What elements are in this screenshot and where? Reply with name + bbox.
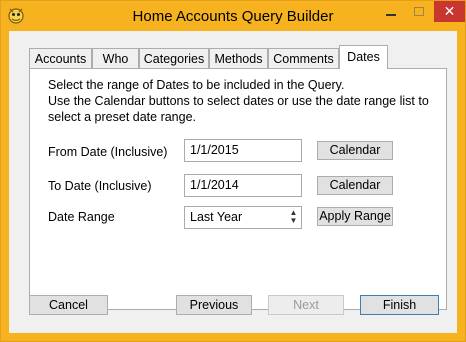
to-calendar-button[interactable]: Calendar	[317, 176, 393, 195]
apply-range-button[interactable]: Apply Range	[317, 207, 393, 226]
maximize-button[interactable]	[405, 1, 433, 22]
app-window: Home Accounts Query Builder ✕ Accounts W…	[0, 0, 466, 342]
from-date-field[interactable]: 1/1/2015	[184, 139, 302, 162]
dialog-body: Accounts Who Categories Methods Comments…	[9, 31, 457, 333]
date-range-value: Last Year	[190, 210, 243, 224]
dates-panel: Select the range of Dates to be included…	[29, 68, 447, 310]
to-date-field[interactable]: 1/1/2014	[184, 174, 302, 197]
tab-accounts[interactable]: Accounts	[29, 48, 92, 68]
minimize-button[interactable]	[377, 1, 405, 22]
updown-spinner-icon[interactable]: ▲ ▼	[288, 209, 299, 226]
tab-categories[interactable]: Categories	[139, 48, 209, 68]
instruction-line-1: Select the range of Dates to be included…	[48, 78, 345, 92]
from-calendar-button[interactable]: Calendar	[317, 141, 393, 160]
tab-methods[interactable]: Methods	[209, 48, 268, 68]
next-button[interactable]: Next	[268, 295, 344, 315]
to-date-label: To Date (Inclusive)	[48, 179, 152, 193]
previous-button[interactable]: Previous	[176, 295, 252, 315]
from-date-label: From Date (Inclusive)	[48, 145, 168, 159]
date-range-select[interactable]: Last Year ▲ ▼	[184, 206, 302, 229]
instruction-line-3: select a preset date range.	[48, 110, 197, 124]
date-range-label: Date Range	[48, 210, 115, 224]
tab-comments[interactable]: Comments	[268, 48, 339, 68]
title-bar[interactable]: Home Accounts Query Builder ✕	[1, 1, 465, 31]
finish-button[interactable]: Finish	[360, 295, 439, 315]
instruction-line-2: Use the Calendar buttons to select dates…	[48, 94, 429, 108]
tab-who[interactable]: Who	[92, 48, 139, 68]
cancel-button[interactable]: Cancel	[29, 295, 108, 315]
tab-dates[interactable]: Dates	[339, 45, 388, 69]
close-button[interactable]: ✕	[434, 1, 465, 22]
